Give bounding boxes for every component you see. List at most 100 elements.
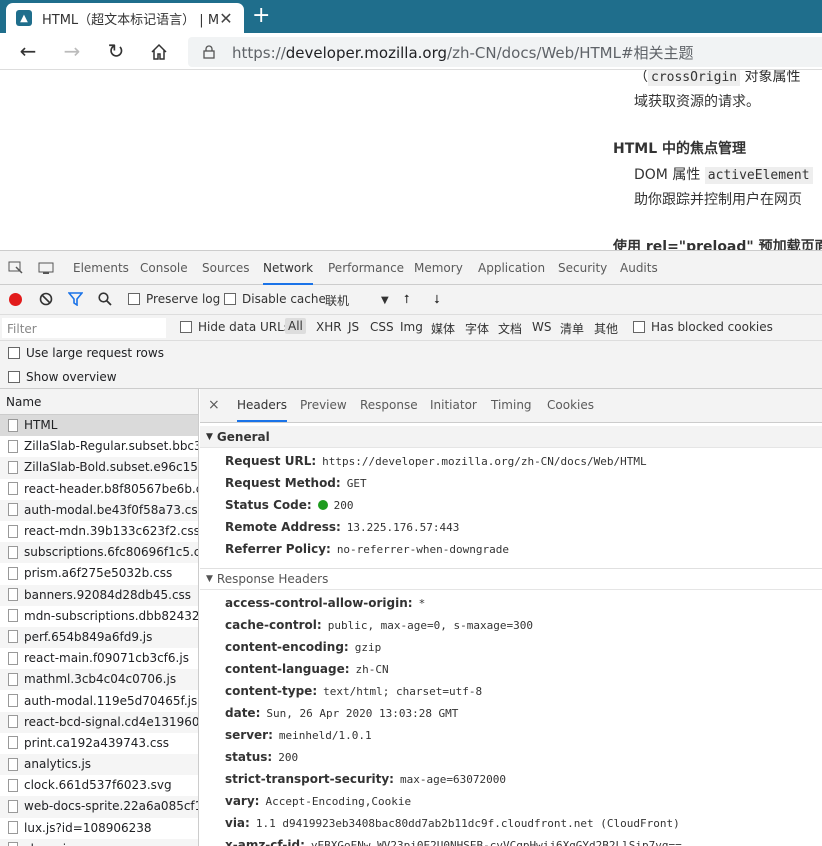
request-row[interactable]: react-mdn.39b133c623f2.css [0, 521, 198, 542]
request-name: ZillaSlab-Regular.subset.bbc3... [24, 439, 198, 454]
filter-type-media[interactable]: 媒体 [431, 320, 455, 337]
filter-type-doc[interactable]: 文档 [498, 320, 522, 337]
request-row[interactable]: mathml.3cb4c04c0706.js [0, 669, 198, 691]
url-field[interactable]: https://developer.mozilla.org/zh-CN/docs… [188, 37, 822, 67]
tab-memory[interactable]: Memory [414, 251, 463, 285]
header-row: via: 1.1 d9419923eb3408bac80dd7ab2b11dc9f… [225, 816, 680, 830]
header-row: server: meinheld/1.0.1 [225, 728, 372, 742]
request-row[interactable]: auth-modal.be43f0f58a73.css [0, 499, 198, 521]
tab-sources[interactable]: Sources [202, 251, 249, 285]
header-value: https://developer.mozilla.org/zh-CN/docs… [322, 455, 647, 468]
request-row[interactable]: mdn-subscriptions.dbb82432... [0, 606, 198, 627]
blocked-cookies-checkbox[interactable]: Has blocked cookies [633, 320, 773, 334]
request-row[interactable]: print.ca192a439743.css [0, 733, 198, 754]
forward-icon[interactable]: → [60, 40, 84, 64]
overview-option[interactable]: Show overview [0, 365, 822, 389]
name-column-header[interactable]: Name [0, 389, 198, 415]
request-row[interactable]: analytics.js [0, 754, 198, 776]
header-row: content-type: text/html; charset=utf-8 [225, 684, 482, 698]
filter-type-all[interactable]: All [285, 318, 306, 334]
filter-type-xhr[interactable]: XHR [316, 320, 342, 334]
tab-response[interactable]: Response [360, 389, 418, 422]
throttle-select[interactable]: 联机 ▼ [325, 292, 389, 309]
file-icon [8, 842, 18, 846]
filter-icon[interactable] [68, 292, 83, 306]
tab-network[interactable]: Network [263, 251, 314, 285]
request-row[interactable]: lux.js?id=108906238 [0, 818, 198, 839]
device-toolbar-icon[interactable] [38, 261, 54, 275]
request-row[interactable]: react-main.f09071cb3cf6.js [0, 648, 198, 669]
content-line: DOM 属性 activeElement [634, 164, 813, 184]
tab-elements[interactable]: Elements [73, 251, 129, 285]
request-row[interactable]: perf.654b849a6fd9.js [0, 626, 198, 649]
tab-console[interactable]: Console [140, 251, 188, 285]
header-row: cache-control: public, max-age=0, s-maxag… [225, 618, 533, 632]
tab-close-icon[interactable]: ✕ [218, 9, 234, 28]
browser-tab-bar: ▲ HTML（超文本标记语言） | MDN ✕ + [0, 0, 822, 33]
request-row[interactable]: char_siu [0, 838, 198, 846]
file-icon [8, 672, 18, 686]
export-har-icon[interactable]: ⭣ [434, 292, 440, 307]
filter-type-font[interactable]: 字体 [465, 320, 489, 337]
tab-preview[interactable]: Preview [300, 389, 347, 422]
large-rows-option[interactable]: Use large request rows [0, 341, 822, 365]
response-headers-section-header[interactable]: ▼ Response Headers [200, 568, 822, 590]
request-row[interactable]: react-bcd-signal.cd4e1319608... [0, 711, 198, 733]
request-name: subscriptions.6fc80696f1c5.css [24, 545, 198, 560]
filter-type-img[interactable]: Img [400, 320, 423, 334]
import-har-icon[interactable]: ⭡ [404, 292, 410, 307]
request-name: web-docs-sprite.22a6a085cf1... [24, 799, 198, 814]
request-row[interactable]: HTML [0, 415, 198, 437]
request-row[interactable]: auth-modal.119e5d70465f.js [0, 690, 198, 711]
file-icon [8, 736, 18, 750]
record-icon[interactable] [9, 293, 22, 306]
clear-icon[interactable] [39, 292, 53, 306]
close-detail-icon[interactable]: × [208, 389, 220, 422]
general-section-header[interactable]: ▼ General [200, 426, 822, 448]
request-row[interactable]: subscriptions.6fc80696f1c5.css [0, 542, 198, 564]
search-icon[interactable] [98, 292, 112, 306]
request-row[interactable]: prism.a6f275e5032b.css [0, 563, 198, 584]
preserve-log-checkbox[interactable]: Preserve log [128, 292, 220, 306]
request-row[interactable]: web-docs-sprite.22a6a085cf1... [0, 796, 198, 818]
file-icon [8, 418, 18, 432]
request-name: auth-modal.be43f0f58a73.css [24, 502, 198, 517]
header-row: Request URL: https://developer.mozilla.or… [225, 454, 647, 468]
reload-icon[interactable]: ↻ [104, 40, 128, 64]
request-row[interactable]: ZillaSlab-Bold.subset.e96c15f6... [0, 457, 198, 479]
filter-type-manifest[interactable]: 清单 [560, 320, 584, 337]
section-heading[interactable]: HTML 中的焦点管理 [613, 138, 746, 158]
tab-timing[interactable]: Timing [491, 389, 532, 422]
tab-performance[interactable]: Performance [328, 251, 404, 285]
filter-type-other[interactable]: 其他 [594, 320, 618, 337]
request-row[interactable]: clock.661d537f6023.svg [0, 775, 198, 796]
tab-security[interactable]: Security [558, 251, 607, 285]
mdn-favicon-icon: ▲ [16, 10, 32, 26]
browser-tab[interactable]: ▲ HTML（超文本标记语言） | MDN ✕ [6, 3, 244, 33]
header-row: Status Code: 200 [225, 498, 354, 512]
inspect-icon[interactable] [8, 261, 24, 275]
request-row[interactable]: banners.92084d28db45.css [0, 584, 198, 606]
request-row[interactable]: ZillaSlab-Regular.subset.bbc3... [0, 436, 198, 457]
tab-headers[interactable]: Headers [237, 389, 287, 422]
filter-type-css[interactable]: CSS [370, 320, 394, 334]
new-tab-icon[interactable]: + [252, 4, 270, 28]
tab-initiator[interactable]: Initiator [430, 389, 477, 422]
header-row: Referrer Policy: no-referrer-when-downgra… [225, 542, 509, 556]
hide-data-urls-checkbox[interactable]: Hide data URLs [180, 320, 290, 334]
request-row[interactable]: react-header.b8f80567be6b.css [0, 479, 198, 500]
disable-cache-checkbox[interactable]: Disable cache [224, 292, 326, 306]
tab-title: HTML（超文本标记语言） | MDN [42, 12, 218, 28]
request-name: react-main.f09071cb3cf6.js [24, 651, 189, 666]
content-line: （crossOrigin 对象属性 [634, 70, 801, 86]
filter-input[interactable]: Filter [2, 318, 166, 338]
file-icon [8, 439, 18, 453]
filter-type-js[interactable]: JS [348, 320, 359, 334]
back-icon[interactable]: ← [16, 40, 40, 64]
tab-application[interactable]: Application [478, 251, 545, 285]
tab-audits[interactable]: Audits [620, 251, 658, 285]
home-icon[interactable] [147, 40, 171, 64]
tab-cookies[interactable]: Cookies [547, 389, 594, 422]
section-heading[interactable]: 使用 rel="preload" 预加载页面 [613, 236, 822, 250]
filter-type-ws[interactable]: WS [532, 320, 551, 334]
